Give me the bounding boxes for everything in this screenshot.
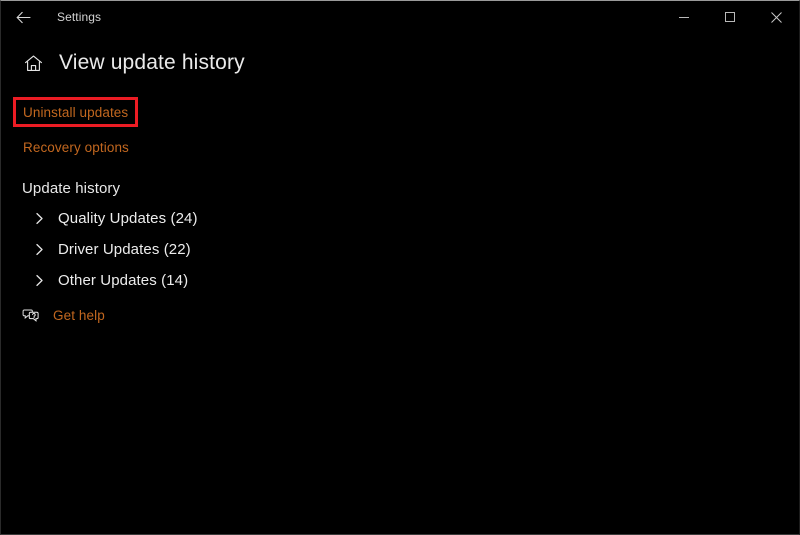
- get-help-link[interactable]: Get help: [21, 305, 105, 325]
- page-title: View update history: [59, 51, 245, 74]
- settings-window: Settings View update history Uninstall u…: [0, 0, 800, 535]
- close-icon: [770, 11, 783, 24]
- category-label: Other Updates (14): [58, 272, 189, 289]
- minimize-icon: [678, 11, 690, 23]
- maximize-icon: [724, 11, 736, 23]
- caption-button-group: [661, 1, 799, 33]
- update-category-list: Quality Updates (24) Driver Updates (22)…: [29, 203, 429, 296]
- minimize-button[interactable]: [661, 1, 707, 33]
- recovery-options-link[interactable]: Recovery options: [23, 140, 129, 155]
- title-bar: Settings: [1, 1, 799, 33]
- back-button[interactable]: [1, 1, 45, 33]
- home-button[interactable]: [15, 45, 51, 81]
- update-history-heading: Update history: [22, 180, 121, 197]
- home-icon: [23, 53, 44, 74]
- chevron-right-icon: [29, 271, 49, 291]
- category-row-driver-updates[interactable]: Driver Updates (22): [29, 234, 429, 265]
- close-button[interactable]: [753, 1, 799, 33]
- category-label: Quality Updates (24): [58, 210, 198, 227]
- help-chat-icon: [21, 305, 41, 325]
- maximize-button[interactable]: [707, 1, 753, 33]
- chevron-right-icon: [29, 209, 49, 229]
- uninstall-updates-link[interactable]: Uninstall updates: [23, 105, 128, 120]
- back-arrow-icon: [15, 9, 32, 26]
- category-label: Driver Updates (22): [58, 241, 191, 258]
- page-header: View update history: [1, 45, 245, 81]
- category-row-quality-updates[interactable]: Quality Updates (24): [29, 203, 429, 234]
- category-row-other-updates[interactable]: Other Updates (14): [29, 265, 429, 296]
- get-help-label: Get help: [53, 307, 105, 323]
- app-title: Settings: [57, 10, 102, 24]
- chevron-right-icon: [29, 240, 49, 260]
